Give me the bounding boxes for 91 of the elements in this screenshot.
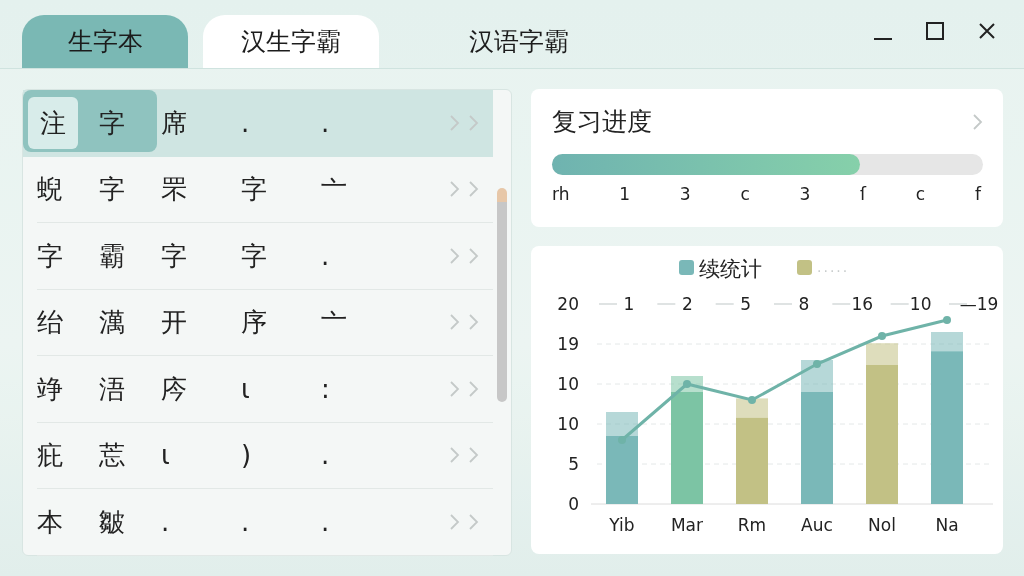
list-row[interactable]: 绐 澫 开 序 亠 — [37, 289, 493, 356]
character: 莣 — [99, 442, 125, 469]
chevron-icon[interactable] — [449, 114, 460, 133]
chevron-icon[interactable] — [468, 512, 479, 531]
character: 浯 — [99, 375, 125, 402]
character: 字 — [161, 242, 187, 269]
character: 亠 — [321, 176, 347, 203]
character: : — [321, 375, 330, 402]
character: 字 — [99, 176, 125, 203]
character: ɩ — [241, 375, 250, 402]
character: 竫 — [37, 375, 63, 402]
character: 疪 — [37, 442, 63, 469]
x-axis-label: Mar — [670, 515, 704, 535]
chevron-icon[interactable] — [449, 379, 460, 398]
legend-label: 续统计 — [699, 257, 762, 281]
x-axis-label: Auc — [801, 515, 833, 535]
list-row[interactable]: 本 皺 . . . — [37, 489, 493, 556]
tab[interactable]: 汉语字霸 — [439, 15, 599, 68]
chevron-icon[interactable] — [972, 112, 983, 131]
value-label: 10 — [909, 294, 932, 314]
chevron-icon[interactable] — [449, 246, 460, 265]
character: 字 — [37, 242, 63, 269]
character: . — [321, 442, 330, 469]
value-label: 5 — [740, 294, 752, 314]
character: 字 — [241, 176, 267, 203]
scale-label: c — [915, 183, 926, 206]
x-axis-label: Na — [935, 515, 959, 535]
chevron-icon[interactable] — [468, 446, 479, 465]
x-axis-label: Yib — [609, 515, 635, 535]
character: 序 — [241, 309, 267, 336]
character: 霸 — [99, 242, 125, 269]
chevron-icon[interactable] — [468, 246, 479, 265]
scale-label: f — [974, 183, 981, 206]
value-label: —19 — [959, 294, 999, 314]
character: ) — [241, 442, 252, 469]
chevron-icon[interactable] — [449, 512, 460, 531]
chevron-icon[interactable] — [468, 379, 479, 398]
list-row[interactable]: 蜺 字 罘 字 亠 — [37, 156, 493, 223]
character: 皺 — [99, 508, 125, 535]
value-label: 8 — [798, 294, 810, 314]
scale-label: rh — [552, 183, 570, 206]
character: 庈 — [161, 375, 187, 402]
chevron-icon[interactable] — [449, 180, 460, 199]
chevron-icon[interactable] — [449, 313, 460, 332]
legend-label: ····· — [817, 263, 850, 279]
scale-label: c — [740, 183, 750, 206]
scale-label: ſ — [860, 183, 867, 206]
character: 澫 — [99, 309, 125, 336]
scale-label: 1 — [619, 183, 631, 206]
character: . — [241, 508, 250, 535]
character: . — [321, 110, 330, 137]
character: 绐 — [37, 309, 63, 336]
chevron-icon[interactable] — [468, 313, 479, 332]
character: 开 — [161, 309, 187, 336]
chevron-icon[interactable] — [449, 446, 460, 465]
character: 罘 — [161, 176, 187, 203]
y-axis-label: 20 — [557, 294, 579, 314]
list-row[interactable]: 疪 莣 ɩ ) . — [37, 422, 493, 489]
y-axis-label: 0 — [568, 494, 579, 514]
value-label: 1 — [623, 294, 635, 314]
scrollbar[interactable] — [497, 188, 507, 402]
character: . — [321, 508, 330, 535]
chevron-icon[interactable] — [468, 114, 479, 133]
character: 亠 — [321, 309, 347, 336]
chevron-icon[interactable] — [468, 180, 479, 199]
character: 字 — [241, 242, 267, 269]
character: 蜺 — [37, 176, 63, 203]
value-label: 16 — [851, 294, 874, 314]
y-axis-label: 10 — [557, 414, 579, 434]
x-axis-label: Nol — [868, 515, 896, 535]
character: . — [241, 110, 250, 137]
value-label: 2 — [681, 294, 693, 314]
tab[interactable]: 生字本 — [22, 15, 188, 68]
y-axis-label: 10 — [557, 374, 579, 394]
scale-label: 3 — [679, 183, 691, 206]
y-axis-label: 5 — [568, 454, 579, 474]
list-row[interactable]: 字 霸 字 字 . — [37, 223, 493, 290]
scale-label: 3 — [799, 183, 811, 206]
character: 席 — [161, 110, 187, 137]
character: . — [161, 508, 170, 535]
character: 字 — [99, 110, 125, 137]
x-axis-label: Rm — [737, 515, 767, 535]
character: . — [321, 242, 330, 269]
character: ɩ — [161, 442, 170, 469]
character: 注 — [28, 97, 78, 150]
y-axis-label: 19 — [557, 334, 579, 354]
progress-title: 复习进度 — [552, 109, 652, 134]
list-row[interactable]: 竫 浯 庈 ɩ : — [37, 356, 493, 423]
list-row[interactable]: 注 字 席 . . — [23, 90, 493, 157]
character: 本 — [37, 508, 63, 535]
tab[interactable]: 汉生字霸 — [203, 15, 379, 68]
